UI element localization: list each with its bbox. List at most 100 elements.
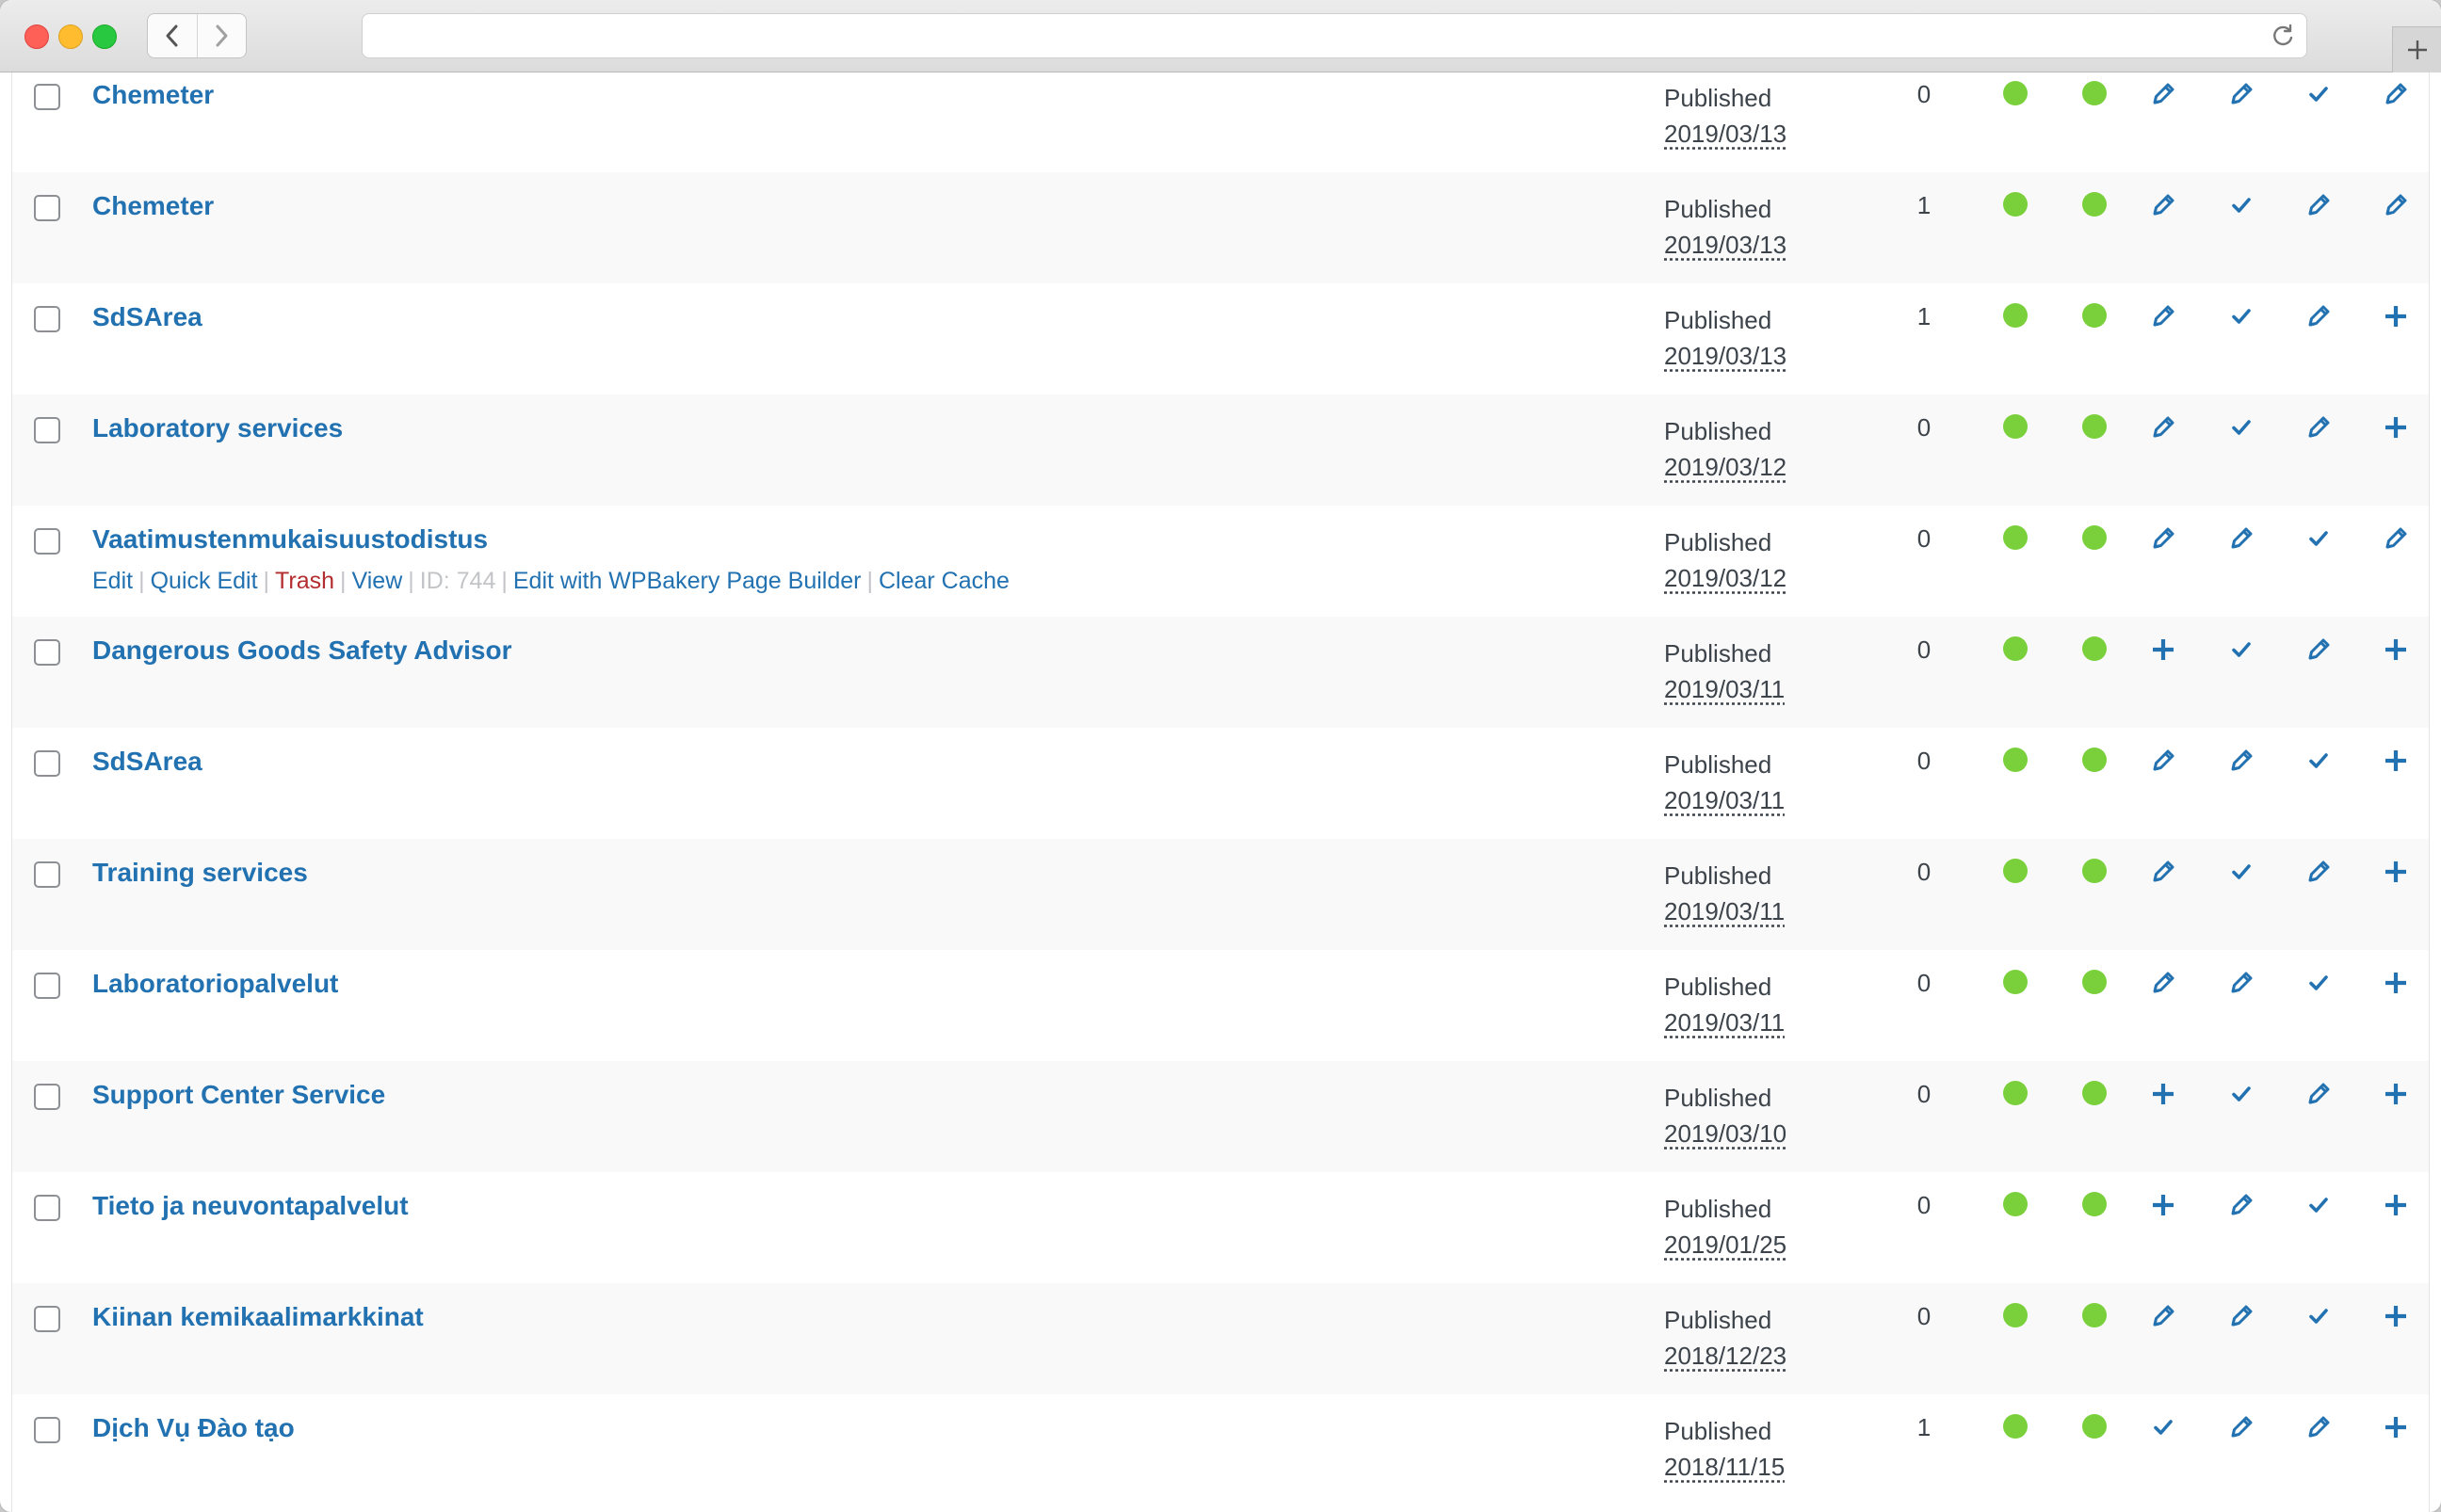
plus-icon[interactable] bbox=[2380, 1411, 2412, 1443]
pencil-icon[interactable] bbox=[2303, 856, 2335, 888]
pencil-icon[interactable] bbox=[2225, 523, 2257, 555]
row-checkbox[interactable] bbox=[34, 306, 60, 332]
comment-count: 0 bbox=[1916, 858, 1932, 886]
back-button[interactable] bbox=[148, 14, 197, 57]
plus-icon[interactable] bbox=[2147, 634, 2179, 666]
pencil-icon[interactable] bbox=[2147, 300, 2179, 332]
post-status: Published 2019/03/13 bbox=[1664, 80, 1786, 152]
plus-icon[interactable] bbox=[2380, 411, 2412, 443]
pencil-icon[interactable] bbox=[2225, 1189, 2257, 1221]
pencil-icon[interactable] bbox=[2147, 745, 2179, 777]
pencil-icon[interactable] bbox=[2147, 523, 2179, 555]
row-checkbox[interactable] bbox=[34, 1084, 60, 1110]
post-title-link[interactable]: Chemeter bbox=[92, 191, 214, 221]
clear-cache-link[interactable]: Clear Cache bbox=[879, 568, 1010, 594]
trash-link[interactable]: Trash bbox=[275, 568, 334, 594]
zoom-window-button[interactable] bbox=[92, 24, 117, 49]
plus-icon[interactable] bbox=[2147, 1078, 2179, 1110]
check-icon[interactable] bbox=[2225, 1078, 2257, 1110]
post-title-link[interactable]: Laboratoriopalvelut bbox=[92, 969, 338, 999]
edit-link[interactable]: Edit bbox=[92, 568, 133, 594]
check-icon[interactable] bbox=[2303, 523, 2335, 555]
check-icon[interactable] bbox=[2303, 967, 2335, 999]
post-status: Published 2019/03/11 bbox=[1664, 858, 1785, 929]
row-checkbox[interactable] bbox=[34, 528, 60, 555]
address-bar[interactable] bbox=[362, 13, 2307, 58]
pencil-icon[interactable] bbox=[2147, 1300, 2179, 1332]
pencil-icon[interactable] bbox=[2147, 856, 2179, 888]
row-checkbox[interactable] bbox=[34, 973, 60, 999]
row-checkbox[interactable] bbox=[34, 417, 60, 443]
comment-count: 1 bbox=[1916, 1413, 1932, 1441]
row-checkbox[interactable] bbox=[34, 84, 60, 110]
check-icon[interactable] bbox=[2225, 411, 2257, 443]
post-title-link[interactable]: Chemeter bbox=[92, 80, 214, 110]
post-title-link[interactable]: Vaatimustenmukaisuustodistus bbox=[92, 524, 488, 555]
chevron-right-icon bbox=[216, 24, 228, 47]
row-checkbox[interactable] bbox=[34, 750, 60, 777]
pencil-icon[interactable] bbox=[2147, 78, 2179, 110]
new-tab-button[interactable] bbox=[2392, 26, 2441, 72]
close-window-button[interactable] bbox=[24, 24, 49, 49]
post-title-link[interactable]: Dangerous Goods Safety Advisor bbox=[92, 635, 512, 666]
status-dot-icon bbox=[2003, 1081, 2028, 1105]
pencil-icon[interactable] bbox=[2303, 189, 2335, 221]
check-icon[interactable] bbox=[2303, 1189, 2335, 1221]
plus-icon[interactable] bbox=[2380, 856, 2412, 888]
wpbakery-edit-link[interactable]: Edit with WPBakery Page Builder bbox=[513, 568, 862, 594]
row-checkbox[interactable] bbox=[34, 195, 60, 221]
pencil-icon[interactable] bbox=[2303, 1411, 2335, 1443]
check-icon[interactable] bbox=[2303, 745, 2335, 777]
post-title-link[interactable]: SdSArea bbox=[92, 747, 202, 777]
pencil-icon[interactable] bbox=[2303, 300, 2335, 332]
pencil-icon[interactable] bbox=[2147, 967, 2179, 999]
check-icon[interactable] bbox=[2147, 1411, 2179, 1443]
plus-icon[interactable] bbox=[2380, 745, 2412, 777]
row-checkbox[interactable] bbox=[34, 1195, 60, 1221]
plus-icon[interactable] bbox=[2380, 1300, 2412, 1332]
post-title-link[interactable]: SdSArea bbox=[92, 302, 202, 332]
minimize-window-button[interactable] bbox=[58, 24, 83, 49]
view-link[interactable]: View bbox=[352, 568, 403, 594]
pencil-icon[interactable] bbox=[2303, 634, 2335, 666]
post-title-link[interactable]: Training services bbox=[92, 858, 308, 888]
pencil-icon[interactable] bbox=[2225, 745, 2257, 777]
check-icon[interactable] bbox=[2225, 189, 2257, 221]
plus-icon[interactable] bbox=[2380, 967, 2412, 999]
post-title-link[interactable]: Tieto ja neuvontapalvelut bbox=[92, 1191, 409, 1221]
row-checkbox[interactable] bbox=[34, 639, 60, 666]
plus-icon[interactable] bbox=[2380, 300, 2412, 332]
row-checkbox[interactable] bbox=[34, 861, 60, 888]
pencil-icon[interactable] bbox=[2380, 78, 2412, 110]
forward-button[interactable] bbox=[196, 14, 247, 57]
plus-icon[interactable] bbox=[2380, 1189, 2412, 1221]
post-id: ID: 744 bbox=[419, 568, 496, 594]
check-icon[interactable] bbox=[2303, 1300, 2335, 1332]
quick-edit-link[interactable]: Quick Edit bbox=[151, 568, 258, 594]
row-checkbox[interactable] bbox=[34, 1306, 60, 1332]
plus-icon[interactable] bbox=[2147, 1189, 2179, 1221]
post-title-link[interactable]: Dịch Vụ Đào tạo bbox=[92, 1413, 295, 1443]
pencil-icon[interactable] bbox=[2303, 1078, 2335, 1110]
pencil-icon[interactable] bbox=[2147, 411, 2179, 443]
check-icon[interactable] bbox=[2225, 300, 2257, 332]
plus-icon[interactable] bbox=[2380, 1078, 2412, 1110]
check-icon[interactable] bbox=[2225, 856, 2257, 888]
post-title-link[interactable]: Laboratory services bbox=[92, 413, 343, 443]
check-icon[interactable] bbox=[2225, 634, 2257, 666]
post-title-link[interactable]: Kiinan kemikaalimarkkinat bbox=[92, 1302, 424, 1332]
pencil-icon[interactable] bbox=[2380, 523, 2412, 555]
check-icon[interactable] bbox=[2303, 78, 2335, 110]
post-title-link[interactable]: Support Center Service bbox=[92, 1080, 385, 1110]
pencil-icon[interactable] bbox=[2225, 1300, 2257, 1332]
plus-icon[interactable] bbox=[2380, 634, 2412, 666]
comment-count: 0 bbox=[1916, 413, 1932, 442]
pencil-icon[interactable] bbox=[2225, 1411, 2257, 1443]
pencil-icon[interactable] bbox=[2225, 967, 2257, 999]
pencil-icon[interactable] bbox=[2225, 78, 2257, 110]
pencil-icon[interactable] bbox=[2303, 411, 2335, 443]
pencil-icon[interactable] bbox=[2380, 189, 2412, 221]
row-checkbox[interactable] bbox=[34, 1417, 60, 1443]
pencil-icon[interactable] bbox=[2147, 189, 2179, 221]
reload-button[interactable] bbox=[2269, 22, 2297, 50]
